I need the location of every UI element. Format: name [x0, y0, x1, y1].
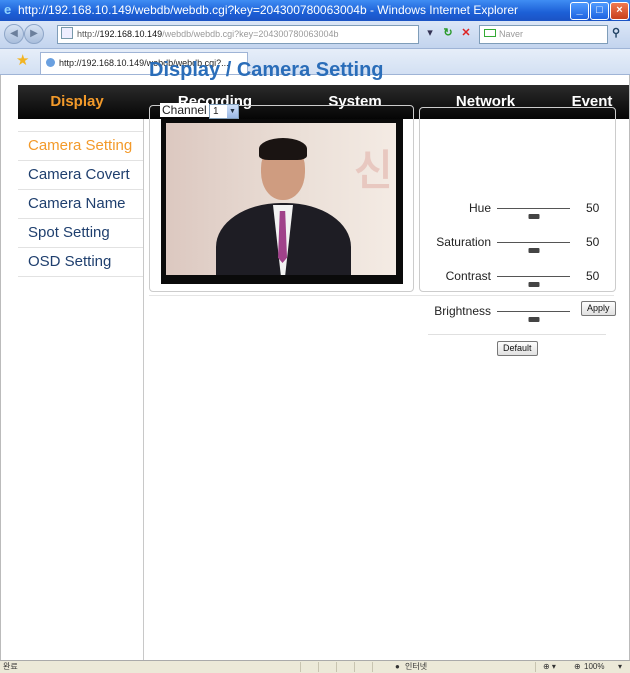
status-divider	[535, 662, 536, 672]
status-divider	[354, 662, 355, 672]
address-toolbar: ◀ ▶ http://192.168.10.149/webdb/webdb.cg…	[0, 21, 630, 49]
hue-label: Hue	[468, 201, 491, 215]
maximize-button[interactable]: □	[590, 2, 609, 20]
contrast-label: Contrast	[445, 269, 491, 283]
saturation-label: Saturation	[436, 235, 491, 249]
search-placeholder: Naver	[499, 29, 524, 39]
default-button[interactable]: Default	[497, 341, 538, 356]
status-divider	[336, 662, 337, 672]
minimize-icon: _	[576, 4, 583, 16]
zoom-dropdown-icon[interactable]: ▾	[618, 661, 622, 673]
channel-selected-value: 1	[213, 106, 219, 117]
maximize-icon: □	[596, 4, 603, 16]
minimize-button[interactable]: _	[570, 2, 589, 20]
contrast-slider-thumb[interactable]	[528, 282, 539, 287]
contrast-slider-track[interactable]	[497, 276, 570, 287]
video-background-text: 신	[354, 146, 393, 195]
sidebar-item-spot-setting[interactable]: Spot Setting	[18, 219, 143, 248]
saturation-row: Saturation 50	[420, 233, 615, 253]
globe-icon: ●	[395, 662, 400, 671]
back-button[interactable]: ◀	[4, 24, 24, 44]
close-window-button[interactable]: ×	[610, 2, 629, 20]
sidebar-item-camera-covert[interactable]: Camera Covert	[18, 161, 143, 190]
status-divider	[372, 662, 373, 672]
panel-divider	[428, 334, 606, 335]
close-icon: ×	[616, 4, 623, 16]
status-divider	[318, 662, 319, 672]
address-dropdown-icon[interactable]: ▾	[423, 25, 437, 42]
chevron-down-icon: ▼	[227, 105, 238, 118]
zoom-level[interactable]: 100%	[584, 661, 604, 673]
sidebar: Camera Setting Camera Covert Camera Name…	[18, 119, 144, 660]
protected-mode-icon[interactable]: ⊕ ▾	[543, 661, 556, 673]
address-bar[interactable]: http://192.168.10.149/webdb/webdb.cgi?ke…	[57, 25, 419, 44]
image-adjustment-panel: Hue 50 Saturation 50 Contrast 50 Brightn…	[419, 107, 616, 356]
page-icon	[61, 27, 73, 39]
ie-logo-icon: e	[4, 2, 12, 17]
camera-video-preview: 신	[161, 119, 403, 284]
nav-display[interactable]: Display	[18, 85, 136, 119]
security-zone-text: 인터넷	[405, 662, 428, 671]
refresh-icon[interactable]: ↻	[441, 25, 455, 42]
tab-page-icon	[46, 58, 55, 67]
zoom-icon[interactable]: ⊕	[574, 661, 581, 673]
browser-title-bar: e http://192.168.10.149/webdb/webdb.cgi?…	[0, 0, 630, 21]
forward-arrow-icon: ▶	[30, 28, 38, 39]
apply-button[interactable]: Apply	[581, 301, 616, 316]
forward-button[interactable]: ▶	[24, 24, 44, 44]
page-title: Display / Camera Setting	[149, 59, 384, 81]
search-icon[interactable]: ⚲	[609, 25, 623, 42]
brightness-slider-track[interactable]	[497, 311, 570, 322]
favorites-star-icon[interactable]: ★	[16, 53, 29, 69]
channel-label: Channel	[160, 103, 209, 117]
channel-select[interactable]: 1 ▼	[209, 104, 239, 119]
person-hair	[259, 138, 307, 160]
address-path: /webdb/webdb.cgi?key=204300780063004b	[162, 29, 339, 39]
contrast-value: 50	[586, 269, 600, 283]
search-input[interactable]: Naver	[479, 25, 608, 44]
address-host: 192.168.10.149	[99, 29, 163, 39]
brightness-slider-thumb[interactable]	[528, 317, 539, 322]
saturation-slider-thumb[interactable]	[528, 248, 539, 253]
content-divider	[149, 295, 614, 296]
camera-frame: 신	[166, 123, 396, 275]
naver-icon	[484, 29, 496, 37]
window-title: http://192.168.10.149/webdb/webdb.cgi?ke…	[18, 3, 519, 17]
contrast-row: Contrast 50	[420, 267, 615, 287]
address-prefix: http://	[77, 29, 100, 39]
sidebar-item-camera-name[interactable]: Camera Name	[18, 190, 143, 219]
browser-status-bar: 완료 ● 인터넷 ⊕ ▾ ⊕ 100% ▾	[0, 660, 630, 673]
saturation-value: 50	[586, 235, 600, 249]
channel-panel: Channel 1 ▼ 신	[149, 103, 414, 292]
status-text: 완료	[3, 662, 18, 671]
sidebar-item-osd-setting[interactable]: OSD Setting	[18, 248, 143, 277]
saturation-slider-track[interactable]	[497, 242, 570, 253]
stop-icon[interactable]: ✕	[459, 25, 473, 42]
hue-slider-track[interactable]	[497, 208, 570, 219]
status-divider	[300, 662, 301, 672]
back-arrow-icon: ◀	[10, 28, 18, 39]
brightness-label: Brightness	[434, 304, 491, 318]
hue-slider-thumb[interactable]	[528, 214, 539, 219]
hue-row: Hue 50	[420, 199, 615, 219]
hue-value: 50	[586, 201, 600, 215]
sidebar-item-camera-setting[interactable]: Camera Setting	[18, 131, 143, 161]
